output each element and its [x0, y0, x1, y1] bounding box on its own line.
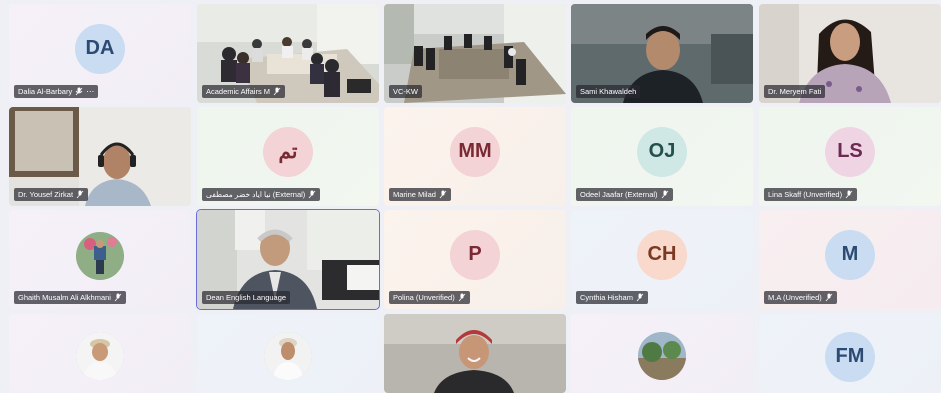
participant-name: M.A (Unverified) — [768, 293, 822, 302]
participant-tile-row4-2[interactable] — [197, 314, 379, 393]
name-label: M.A (Unverified) — [764, 291, 837, 304]
avatar: P — [450, 229, 500, 280]
name-label: Dr. Meryem Fati — [764, 85, 826, 98]
mic-off-icon — [661, 190, 668, 199]
participant-tile-row4-3[interactable] — [384, 314, 566, 393]
participant-tile-meryem[interactable]: Dr. Meryem Fati — [759, 4, 941, 103]
profile-photo — [76, 331, 124, 380]
participant-name: Dr. Meryem Fati — [768, 87, 822, 96]
mic-off-icon — [76, 190, 84, 199]
mic-off-icon — [308, 190, 316, 199]
participant-name: Marine Milad — [393, 190, 436, 199]
participant-tile-row4-4[interactable] — [571, 314, 753, 393]
participant-tile-cynthia[interactable]: CH Cynthia Hisham — [571, 210, 753, 309]
name-label: Academic Affairs M — [202, 85, 286, 98]
participant-name: نيا اياد خضر مصطفى (External) — [206, 190, 306, 199]
participant-tile-lina[interactable]: LS Lina Skaff (Unverified) — [759, 107, 941, 206]
name-label: Dean English Language — [202, 291, 291, 304]
participant-tile-dean-english[interactable]: Dean English Language — [196, 209, 380, 310]
participant-tile-yousef[interactable]: Dr. Yousef Zirkat — [9, 107, 191, 206]
avatar: OJ — [637, 126, 687, 177]
name-label: Polina (Unverified) — [389, 291, 470, 304]
participant-name: Dalia Al-Barbary — [18, 87, 73, 96]
participant-tile-marine[interactable]: MM Marine Milad — [384, 107, 566, 206]
mic-off-icon — [845, 190, 853, 199]
name-label: Dalia Al-Barbary ⋯ — [14, 85, 99, 98]
profile-photo — [76, 231, 124, 280]
participant-name: Lina Skaff (Unverified) — [768, 190, 843, 199]
profile-photo — [638, 331, 686, 380]
participant-tile-sami[interactable]: Sami Khawaldeh — [571, 4, 753, 103]
name-label: نيا اياد خضر مصطفى (External) — [202, 188, 321, 201]
participant-tile-ghaith[interactable]: Ghaith Musalm Ali Alkhmani — [9, 210, 191, 309]
participant-name: Dr. Yousef Zirkat — [18, 190, 74, 199]
avatar: FM — [825, 331, 875, 382]
avatar: MM — [450, 126, 500, 177]
participant-name: Polina (Unverified) — [393, 293, 455, 302]
video-gallery: DA Dalia Al-Barbary ⋯ Academic Affairs M — [0, 0, 941, 393]
participant-name: Odeel Jaafar (External) — [580, 190, 658, 199]
avatar: DA — [75, 23, 125, 74]
participant-name: Ghaith Musalm Ali Alkhmani — [18, 293, 111, 302]
participant-name: Dean English Language — [206, 293, 287, 302]
mic-off-icon — [825, 293, 833, 302]
participant-tile-odeel[interactable]: OJ Odeel Jaafar (External) — [571, 107, 753, 206]
mic-off-icon — [114, 293, 122, 302]
mic-off-icon — [273, 87, 281, 96]
name-label: Sami Khawaldeh — [576, 85, 641, 98]
video-feed — [384, 314, 566, 393]
participant-tile-external-arabic[interactable]: تم نيا اياد خضر مصطفى (External) — [197, 107, 379, 206]
name-label: Marine Milad — [389, 188, 451, 201]
participant-name: Sami Khawaldeh — [580, 87, 637, 96]
participant-tile-row4-1[interactable] — [9, 314, 191, 393]
participant-tile-fm[interactable]: FM — [759, 314, 941, 393]
participant-tile-academic-affairs[interactable]: Academic Affairs M — [197, 4, 379, 103]
name-label: Cynthia Hisham — [576, 291, 648, 304]
avatar: CH — [637, 229, 687, 280]
participant-tile-polina[interactable]: P Polina (Unverified) — [384, 210, 566, 309]
mic-off-icon — [439, 190, 447, 199]
avatar: تم — [263, 126, 313, 177]
participant-tile-ma[interactable]: M M.A (Unverified) — [759, 210, 941, 309]
name-label: Lina Skaff (Unverified) — [764, 188, 858, 201]
mic-off-icon — [636, 293, 644, 302]
avatar: M — [825, 229, 875, 280]
participant-name: Cynthia Hisham — [580, 293, 633, 302]
name-label: Dr. Yousef Zirkat — [14, 188, 89, 201]
avatar: LS — [825, 126, 875, 177]
participant-tile-vc-kw[interactable]: VC-KW — [384, 4, 566, 103]
participant-tile-dalia[interactable]: DA Dalia Al-Barbary ⋯ — [9, 4, 191, 103]
participant-name: Academic Affairs M — [206, 87, 271, 96]
name-label: Odeel Jaafar (External) — [576, 188, 673, 201]
profile-photo — [264, 331, 312, 380]
name-label: VC-KW — [389, 85, 422, 98]
mic-off-icon — [75, 87, 83, 96]
participant-name: VC-KW — [393, 87, 418, 96]
more-options-icon[interactable]: ⋯ — [86, 87, 94, 96]
mic-off-icon — [458, 293, 466, 302]
name-label: Ghaith Musalm Ali Alkhmani — [14, 291, 126, 304]
